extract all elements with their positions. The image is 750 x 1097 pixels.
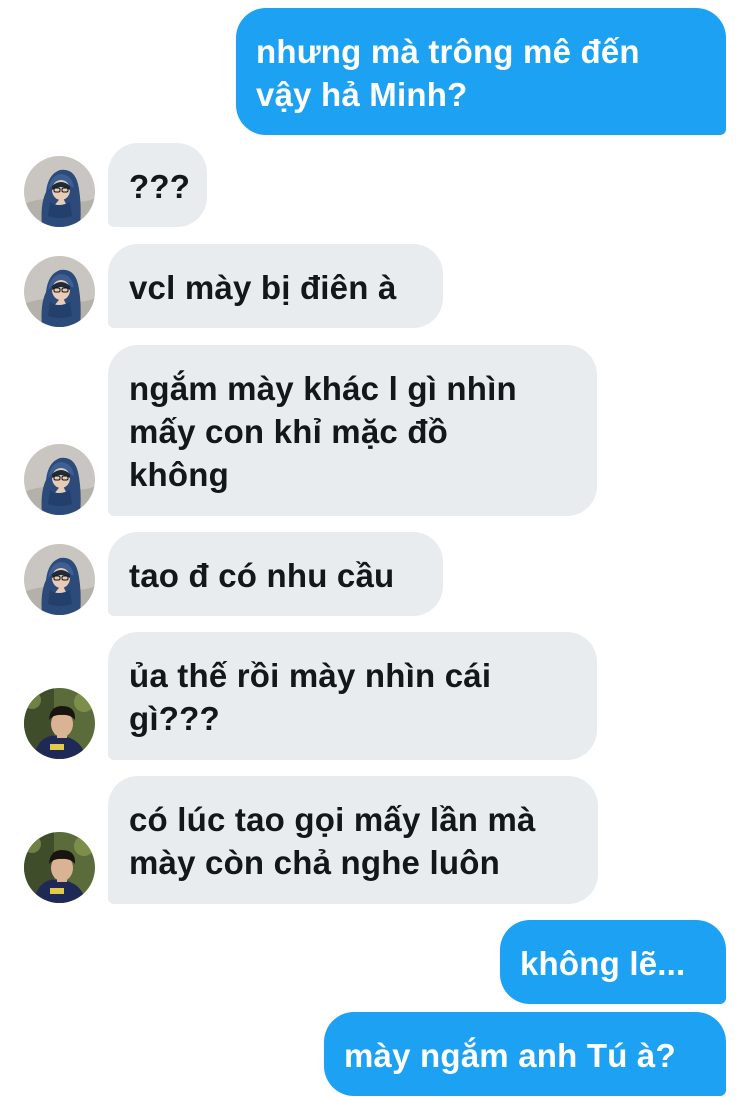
message-thread: nhưng mà trông mê đến vậy hả Minh? ??? v… bbox=[0, 0, 750, 1097]
message-bubble-outgoing[interactable]: nhưng mà trông mê đến vậy hả Minh? bbox=[236, 8, 726, 135]
avatar-image bbox=[24, 688, 95, 759]
avatar-image bbox=[24, 444, 95, 515]
message-bubble-incoming[interactable]: tao đ có nhu cầu bbox=[108, 532, 443, 616]
message-bubble-outgoing[interactable]: mày ngắm anh Tú à? bbox=[324, 1012, 726, 1096]
avatar-image bbox=[24, 544, 95, 615]
avatar-girl-hoodie[interactable] bbox=[24, 156, 95, 227]
avatar-boy-navy-shirt[interactable] bbox=[24, 832, 95, 903]
avatar-boy-navy-shirt[interactable] bbox=[24, 688, 95, 759]
avatar-image bbox=[24, 832, 95, 903]
message-bubble-incoming[interactable]: ngắm mày khác l gì nhìn mấy con khỉ mặc … bbox=[108, 345, 597, 516]
avatar-girl-hoodie[interactable] bbox=[24, 256, 95, 327]
avatar-image bbox=[24, 256, 95, 327]
message-bubble-outgoing[interactable]: không lẽ... bbox=[500, 920, 726, 1004]
message-bubble-incoming[interactable]: vcl mày bị điên à bbox=[108, 244, 443, 328]
message-bubble-incoming[interactable]: có lúc tao gọi mấy lần mà mày còn chả ng… bbox=[108, 776, 598, 904]
avatar-girl-hoodie[interactable] bbox=[24, 544, 95, 615]
avatar-girl-hoodie[interactable] bbox=[24, 444, 95, 515]
message-bubble-incoming[interactable]: ủa thế rồi mày nhìn cái gì??? bbox=[108, 632, 597, 760]
avatar-image bbox=[24, 156, 95, 227]
message-bubble-incoming[interactable]: ??? bbox=[108, 143, 207, 227]
